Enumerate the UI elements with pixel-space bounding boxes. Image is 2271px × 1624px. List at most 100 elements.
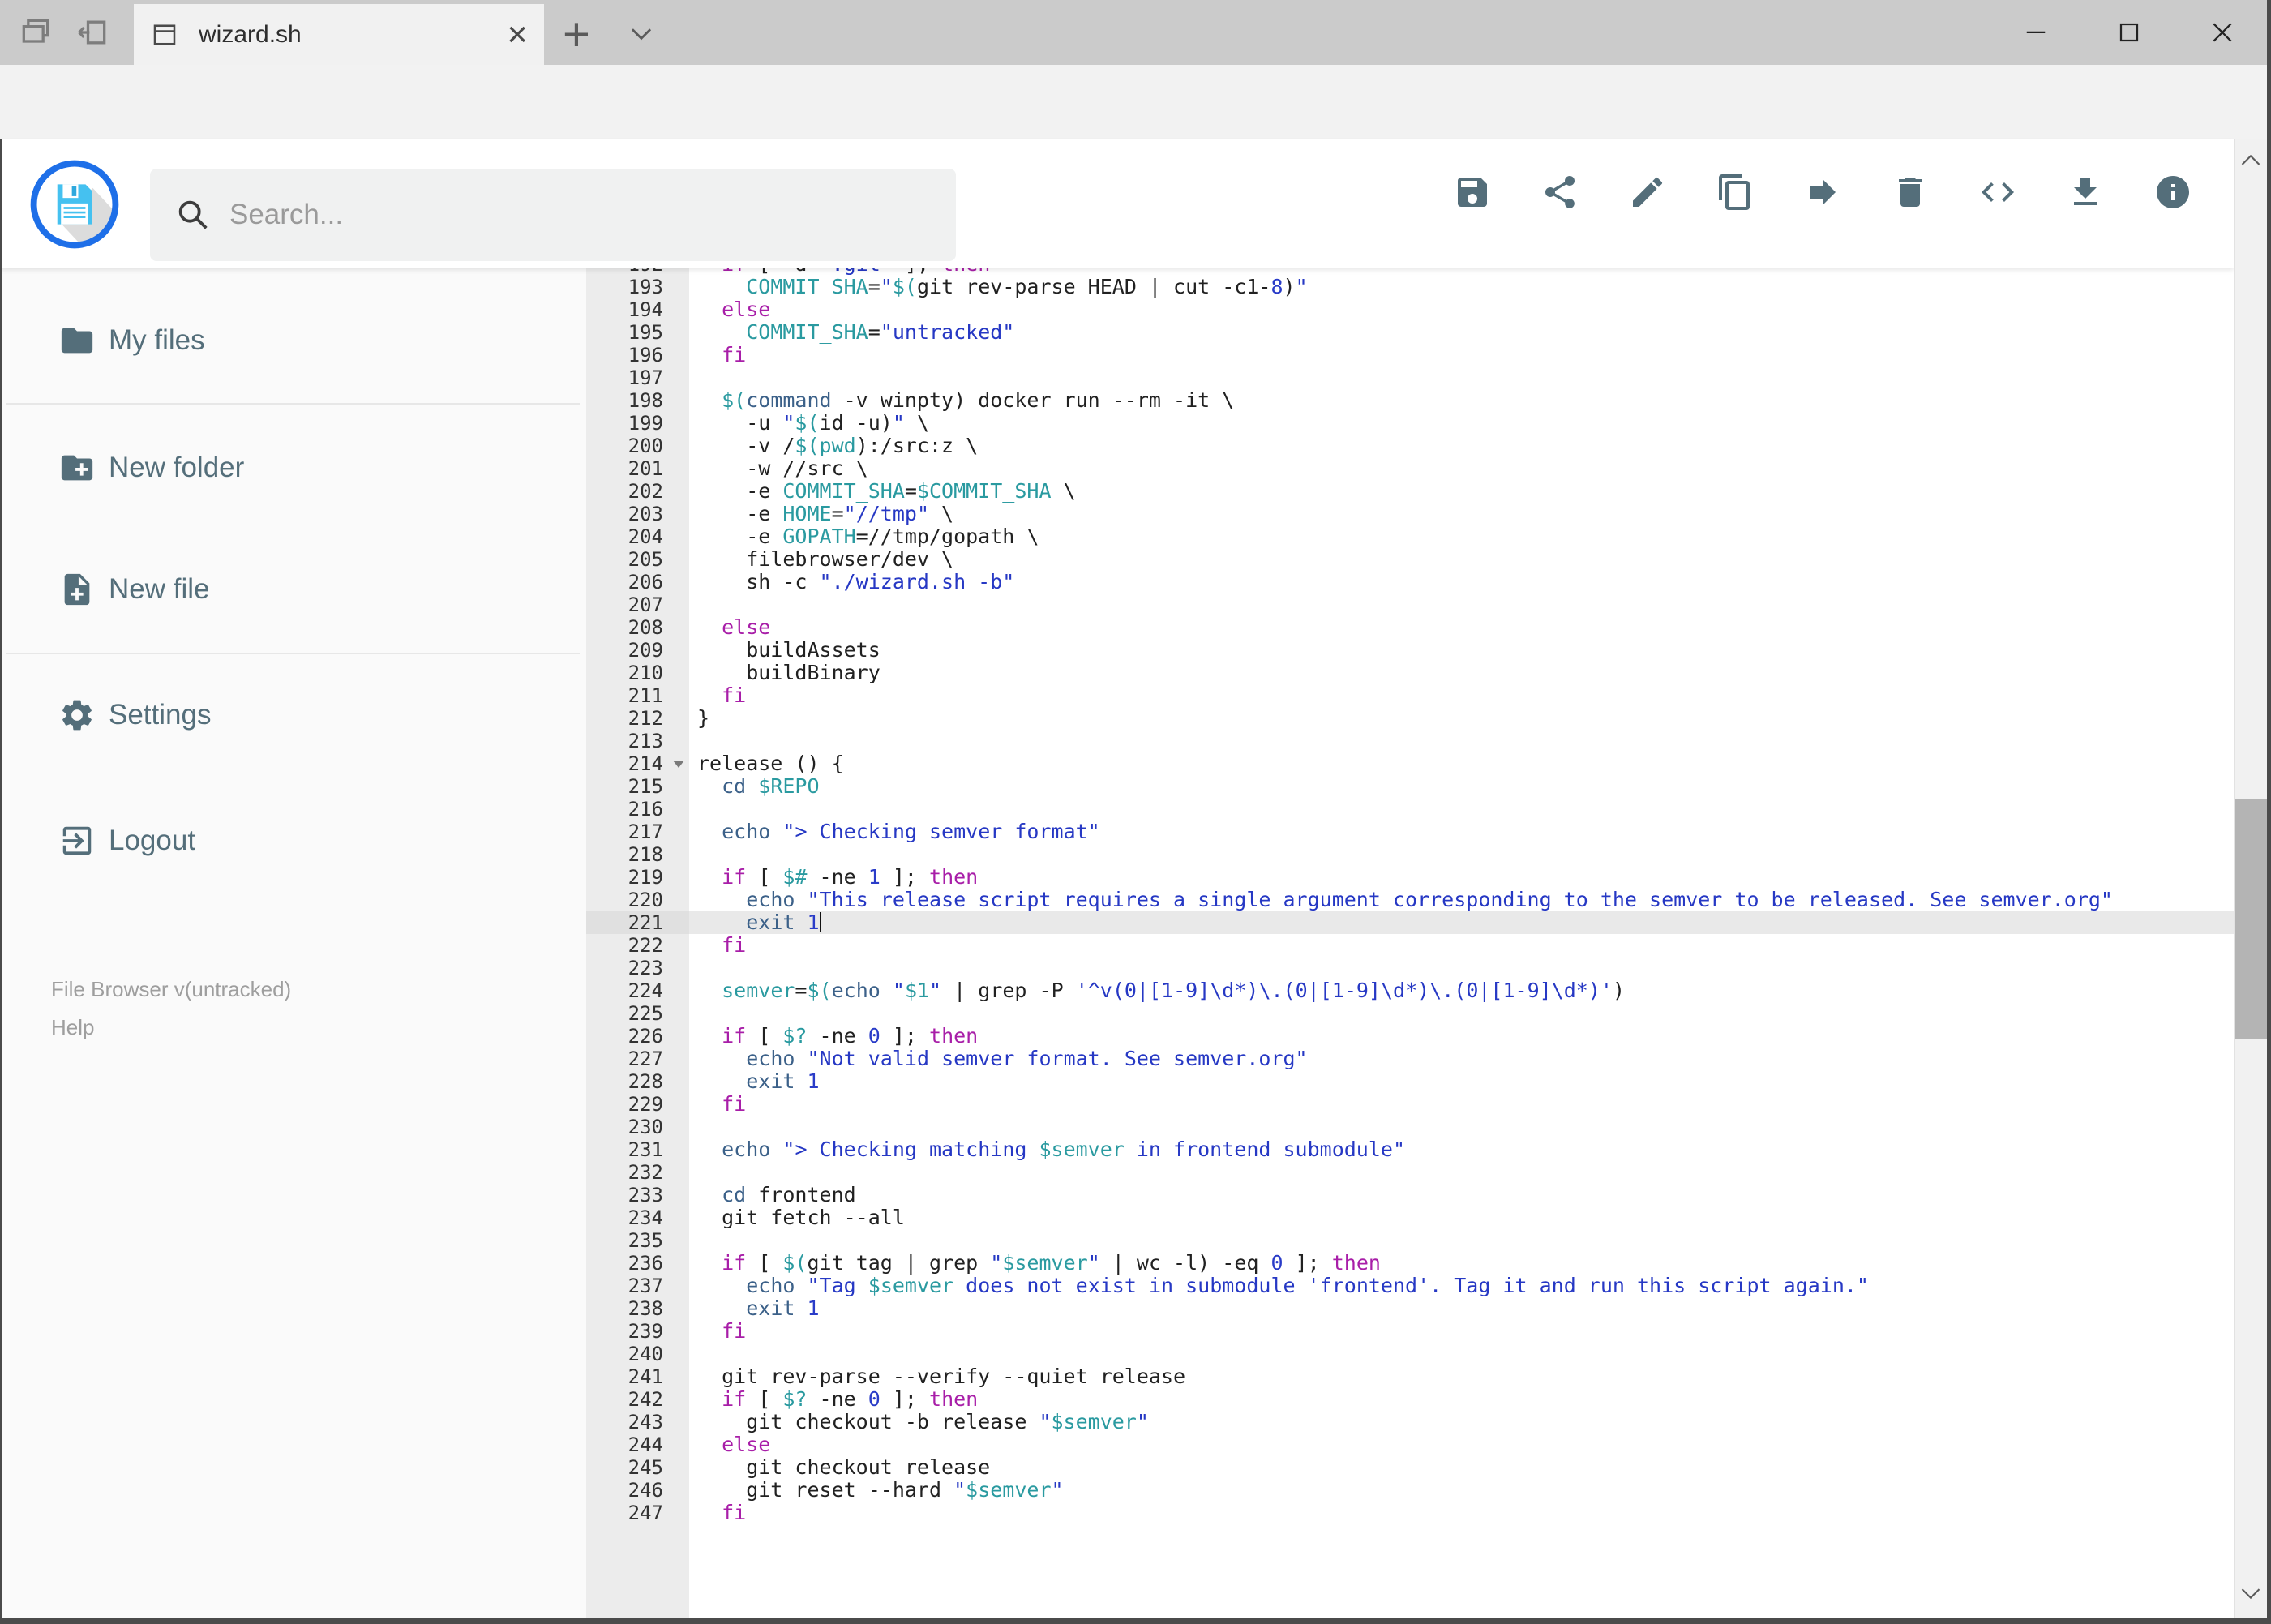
code-line[interactable]: 225	[586, 1002, 2234, 1025]
fold-marker-icon[interactable]	[673, 761, 684, 768]
code-line[interactable]: 206 sh -c "./wizard.sh -b"	[586, 571, 2234, 593]
maximize-button[interactable]	[2097, 0, 2162, 65]
code-button[interactable]	[1978, 173, 2017, 212]
code-line[interactable]: 220 echo "This release script requires a…	[586, 889, 2234, 911]
sidebar-item-new-folder[interactable]: New folder	[0, 429, 586, 507]
search-input[interactable]: Search...	[150, 169, 956, 261]
code-line[interactable]: 213	[586, 730, 2234, 752]
code-line[interactable]: 237 echo "Tag $semver does not exist in …	[586, 1275, 2234, 1297]
code-line[interactable]: 194 else	[586, 298, 2234, 321]
code-line[interactable]: 201 -w //src \	[586, 457, 2234, 480]
line-number: 213	[586, 730, 689, 752]
search-placeholder: Search...	[229, 199, 344, 230]
code-line[interactable]: 207	[586, 593, 2234, 616]
code-line[interactable]: 202 -e COMMIT_SHA=$COMMIT_SHA \	[586, 480, 2234, 503]
line-number: 234	[586, 1206, 689, 1229]
code-line[interactable]: 246 git reset --hard "$semver"	[586, 1479, 2234, 1502]
code-line[interactable]: 245 git checkout release	[586, 1456, 2234, 1479]
code-line[interactable]: 197	[586, 366, 2234, 389]
code-line[interactable]: 218	[586, 843, 2234, 866]
browser-tab[interactable]: wizard.sh ×	[134, 4, 544, 65]
move-button[interactable]	[1803, 173, 1842, 212]
code-line[interactable]: 199 -u "$(id -u)" \	[586, 412, 2234, 435]
code-line[interactable]: 228 exit 1	[586, 1070, 2234, 1093]
code-line[interactable]: 205 filebrowser/dev \	[586, 548, 2234, 571]
code-line[interactable]: 209 buildAssets	[586, 639, 2234, 662]
code-line[interactable]: 244 else	[586, 1433, 2234, 1456]
sidebar-item-logout[interactable]: Logout	[0, 802, 586, 880]
share-button[interactable]	[1540, 173, 1579, 212]
code-line[interactable]: 204 -e GOPATH=//tmp/gopath \	[586, 525, 2234, 548]
download-button[interactable]	[2066, 173, 2105, 212]
code-line[interactable]: 236 if [ $(git tag | grep "$semver" | wc…	[586, 1252, 2234, 1275]
tab-preview-icon[interactable]	[18, 15, 54, 53]
code-line[interactable]: 226 if [ $? -ne 0 ]; then	[586, 1025, 2234, 1048]
tabs-aside-icon[interactable]	[75, 15, 110, 53]
vertical-scrollbar[interactable]	[2234, 139, 2267, 1618]
code-line[interactable]: 211 fi	[586, 684, 2234, 707]
code-line[interactable]: 239 fi	[586, 1320, 2234, 1343]
code-editor[interactable]: 192 if [ -d ".git" ]; then193 COMMIT_SHA…	[586, 268, 2234, 1618]
filebrowser-logo[interactable]	[29, 159, 120, 254]
code-line[interactable]: 235	[586, 1229, 2234, 1252]
window-border	[2267, 0, 2271, 1624]
code-line[interactable]: 193 COMMIT_SHA="$(git rev-parse HEAD | c…	[586, 276, 2234, 298]
line-number: 219	[586, 866, 689, 889]
code-line[interactable]: 196 fi	[586, 344, 2234, 366]
sidebar-item-new-file[interactable]: New file	[0, 551, 586, 628]
code-line[interactable]: 195 COMMIT_SHA="untracked"	[586, 321, 2234, 344]
sidebar-divider	[6, 403, 580, 405]
code-line[interactable]: 232	[586, 1161, 2234, 1184]
code-line[interactable]: 233 cd frontend	[586, 1184, 2234, 1206]
line-number: 202	[586, 480, 689, 503]
code-line[interactable]: 223	[586, 957, 2234, 979]
save-button[interactable]	[1453, 173, 1492, 212]
code-line[interactable]: 212}	[586, 707, 2234, 730]
code-line[interactable]: 198 $(command -v winpty) docker run --rm…	[586, 389, 2234, 412]
code-line[interactable]: 219 if [ $# -ne 1 ]; then	[586, 866, 2234, 889]
code-lines: 192 if [ -d ".git" ]; then193 COMMIT_SHA…	[586, 268, 2234, 1524]
code-line[interactable]: 231 echo "> Checking matching $semver in…	[586, 1138, 2234, 1161]
code-line[interactable]: 240	[586, 1343, 2234, 1365]
gear-icon	[58, 696, 96, 734]
code-line[interactable]: 215 cd $REPO	[586, 775, 2234, 798]
code-line[interactable]: 217 echo "> Checking semver format"	[586, 821, 2234, 843]
code-line[interactable]: 227 echo "Not valid semver format. See s…	[586, 1048, 2234, 1070]
sidebar-item-settings[interactable]: Settings	[0, 676, 586, 754]
code-line[interactable]: 241 git rev-parse --verify --quiet relea…	[586, 1365, 2234, 1388]
code-line[interactable]: 224 semver=$(echo "$1" | grep -P '^v(0|[…	[586, 979, 2234, 1002]
close-button[interactable]	[2190, 0, 2255, 65]
code-line[interactable]: 221 exit 1	[586, 911, 2234, 934]
new-tab-icon[interactable]: +	[558, 6, 595, 62]
code-line[interactable]: 242 if [ $? -ne 0 ]; then	[586, 1388, 2234, 1411]
help-link[interactable]: Help	[51, 1015, 94, 1040]
info-button[interactable]	[2153, 173, 2192, 212]
copy-button[interactable]	[1716, 173, 1755, 212]
code-line[interactable]: 208 else	[586, 616, 2234, 639]
code-line[interactable]: 222 fi	[586, 934, 2234, 957]
code-line[interactable]: 238 exit 1	[586, 1297, 2234, 1320]
folder-icon	[58, 322, 96, 359]
delete-button[interactable]	[1891, 173, 1930, 212]
code-line[interactable]: 214 release () {	[586, 752, 2234, 775]
code-line[interactable]: 230	[586, 1116, 2234, 1138]
line-number: 226	[586, 1025, 689, 1048]
scroll-up-icon[interactable]	[2239, 151, 2262, 173]
tab-close-icon[interactable]: ×	[507, 16, 528, 53]
code-line[interactable]: 247 fi	[586, 1502, 2234, 1524]
code-line[interactable]: 234 git fetch --all	[586, 1206, 2234, 1229]
code-line[interactable]: 229 fi	[586, 1093, 2234, 1116]
sidebar-item-my-files[interactable]: My files	[0, 302, 586, 379]
scroll-down-icon[interactable]	[2239, 1585, 2262, 1607]
code-line[interactable]: 210 buildBinary	[586, 662, 2234, 684]
tab-list-chevron-icon[interactable]	[626, 18, 657, 51]
folder-plus-icon	[58, 449, 96, 486]
code-line[interactable]: 203 -e HOME="//tmp" \	[586, 503, 2234, 525]
line-number: 208	[586, 616, 689, 639]
minimize-button[interactable]	[2003, 0, 2068, 65]
code-line[interactable]: 200 -v /$(pwd):/src:z \	[586, 435, 2234, 457]
edit-button[interactable]	[1628, 173, 1667, 212]
code-line[interactable]: 243 git checkout -b release "$semver"	[586, 1411, 2234, 1433]
scrollbar-thumb[interactable]	[2235, 799, 2267, 1039]
code-line[interactable]: 216	[586, 798, 2234, 821]
